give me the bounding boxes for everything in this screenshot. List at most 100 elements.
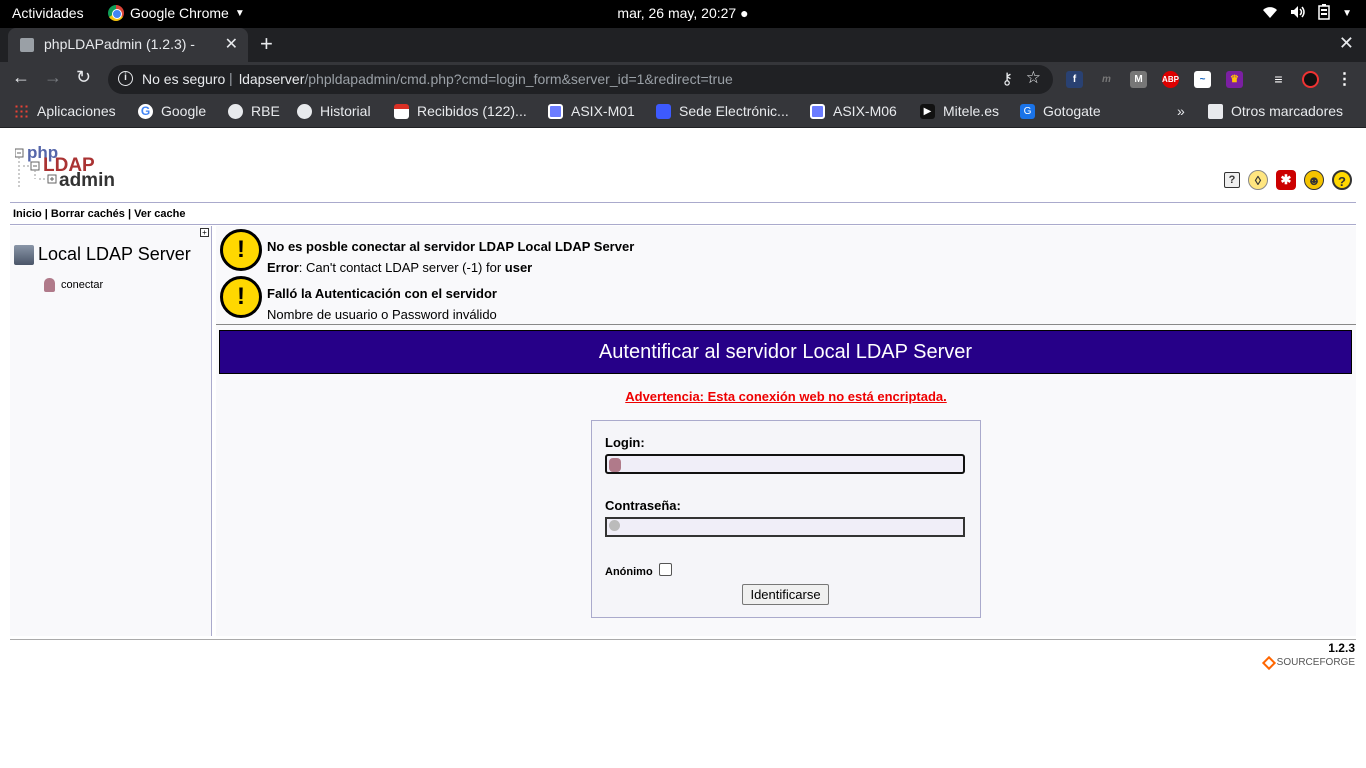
login-input[interactable] bbox=[605, 454, 965, 474]
server-name: Local LDAP Server bbox=[38, 244, 191, 264]
header-divider bbox=[10, 202, 1356, 203]
bookmark-label: Aplicaciones bbox=[37, 103, 116, 119]
bookmark-mitele[interactable]: ▶ Mitele.es bbox=[920, 103, 999, 119]
sourceforge-link[interactable]: SOURCEFORGE bbox=[1261, 655, 1355, 670]
forward-arrow-icon[interactable]: → bbox=[44, 67, 62, 88]
system-tray[interactable]: ▼ bbox=[1262, 4, 1352, 23]
favicon-icon bbox=[20, 38, 34, 52]
url-path: /phpldapadmin/cmd.php?cmd=login_form&ser… bbox=[304, 71, 733, 87]
bug-icon[interactable]: ✱ bbox=[1276, 170, 1296, 190]
error-message-connection: ! No es posble conectar al servidor LDAP… bbox=[220, 229, 634, 278]
media-controls-icon[interactable]: ≡ bbox=[1270, 71, 1287, 88]
adblock-plus-icon[interactable]: ABP bbox=[1162, 71, 1179, 88]
other-bookmarks-label: Otros marcadores bbox=[1231, 103, 1344, 119]
smiley-icon[interactable]: ☻ bbox=[1304, 170, 1324, 190]
reload-icon[interactable]: ↻ bbox=[76, 67, 91, 88]
bookmark-label: RBE bbox=[251, 103, 280, 119]
password-label: Contraseña: bbox=[605, 498, 681, 513]
bookmark-google[interactable]: G Google bbox=[138, 103, 206, 119]
message-divider bbox=[216, 324, 1356, 325]
folder-icon bbox=[1208, 103, 1223, 119]
lightbulb-icon[interactable]: ◊ bbox=[1248, 170, 1268, 190]
fedora-extension-icon[interactable]: f bbox=[1066, 71, 1083, 88]
info-icon[interactable]: i bbox=[118, 71, 133, 86]
apps-grid-icon bbox=[14, 103, 29, 119]
bookmark-label: Gotogate bbox=[1043, 103, 1101, 119]
browser-toolbar: ← → ↻ i No es seguro | ldapserver/phplda… bbox=[0, 62, 1366, 96]
bookmark-sede-electronica[interactable]: Sede Electrónic... bbox=[656, 103, 789, 119]
bookmark-gotogate[interactable]: G Gotogate bbox=[1020, 103, 1101, 119]
play-icon: ▶ bbox=[920, 103, 935, 119]
warning-icon: ! bbox=[220, 276, 262, 318]
bookmark-rbe[interactable]: RBE bbox=[228, 103, 280, 119]
connect-link[interactable]: conectar bbox=[44, 278, 103, 292]
bookmarks-overflow-button[interactable]: » bbox=[1177, 103, 1185, 119]
chrome-menu-icon[interactable]: ⋮ bbox=[1336, 71, 1353, 88]
sourceforge-icon bbox=[1261, 655, 1276, 670]
login-label: Login: bbox=[605, 435, 645, 450]
password-input[interactable] bbox=[605, 517, 965, 537]
mega-extension-icon[interactable]: M bbox=[1130, 71, 1147, 88]
address-bar[interactable]: i No es seguro | ldapserver/phpldapadmin… bbox=[108, 65, 1053, 94]
battery-icon bbox=[1318, 4, 1330, 23]
gnome-top-bar: Actividades Google Chrome ▼ mar, 26 may,… bbox=[0, 0, 1366, 28]
chart-extension-icon[interactable]: ~ bbox=[1194, 71, 1211, 88]
m-extension-icon[interactable]: m bbox=[1098, 71, 1115, 88]
chevron-down-icon: ▼ bbox=[1342, 8, 1352, 19]
server-tree-item[interactable]: Local LDAP Server bbox=[14, 244, 191, 265]
new-tab-button[interactable]: + bbox=[260, 31, 273, 57]
expand-tree-icon[interactable]: + bbox=[200, 228, 209, 237]
bookmark-apps[interactable]: Aplicaciones bbox=[14, 103, 116, 119]
bookmark-star-icon[interactable]: ☆ bbox=[1026, 68, 1041, 88]
bookmark-asix-m06[interactable]: ASIX-M06 bbox=[810, 103, 897, 119]
anonymous-checkbox[interactable] bbox=[659, 563, 672, 576]
server-tree-panel: + Local LDAP Server conectar bbox=[10, 226, 212, 636]
error-text: : Can't contact LDAP server (-1) for bbox=[298, 260, 505, 275]
anonymous-label: Anónimo bbox=[605, 566, 653, 578]
error-user: user bbox=[504, 260, 533, 275]
omnibox-separator: | bbox=[229, 70, 233, 86]
other-bookmarks[interactable]: Otros marcadores bbox=[1208, 103, 1343, 119]
bookmark-label: Sede Electrónic... bbox=[679, 103, 789, 119]
encryption-warning[interactable]: Advertencia: Esta conexión web no está e… bbox=[216, 389, 1356, 404]
bookmark-gmail[interactable]: Recibidos (122)... bbox=[394, 103, 527, 119]
sourceforge-label: SOURCEFORGE bbox=[1276, 657, 1355, 668]
url-text[interactable]: ldapserver/phpldapadmin/cmd.php?cmd=logi… bbox=[239, 71, 733, 87]
user-icon bbox=[609, 458, 621, 472]
moodle-icon bbox=[810, 103, 825, 119]
login-banner: Autentificar al servidor Local LDAP Serv… bbox=[219, 330, 1352, 374]
clock[interactable]: mar, 26 may, 20:27 ● bbox=[0, 5, 1366, 21]
back-arrow-icon[interactable]: ← bbox=[12, 67, 30, 88]
sede-icon bbox=[656, 103, 671, 119]
close-tab-icon[interactable]: ✕ bbox=[225, 34, 238, 54]
gotogate-icon: G bbox=[1020, 103, 1035, 119]
help-question-icon[interactable]: ? bbox=[1224, 172, 1240, 188]
login-submit-button[interactable]: Identificarse bbox=[742, 584, 829, 605]
connect-label: conectar bbox=[61, 279, 104, 291]
url-host: ldapserver bbox=[239, 71, 305, 87]
key-icon[interactable]: ⚷ bbox=[1001, 69, 1013, 89]
moodle-icon bbox=[548, 103, 563, 119]
tab-strip: phpLDAPadmin (1.2.3) - ✕ + ✕ bbox=[0, 28, 1366, 62]
top-menu-links[interactable]: Inicio | Borrar cachés | Ver cache bbox=[13, 208, 185, 220]
bookmark-label: Historial bbox=[320, 103, 371, 119]
bookmark-historial[interactable]: Historial bbox=[297, 103, 371, 119]
logo-admin-text: admin bbox=[59, 170, 115, 191]
profile-avatar[interactable] bbox=[1302, 71, 1319, 88]
notification-dot-icon: ● bbox=[740, 5, 749, 21]
bookmark-label: Google bbox=[161, 103, 207, 119]
bookmark-asix-m01[interactable]: ASIX-M01 bbox=[548, 103, 635, 119]
page-viewport: php LDAP admin ? ◊ ✱ ☻ ? Inicio | Borrar… bbox=[0, 129, 1366, 768]
globe-icon bbox=[228, 103, 243, 119]
menu-divider bbox=[10, 224, 1356, 225]
crown-extension-icon[interactable]: ♛ bbox=[1226, 71, 1243, 88]
phpldapadmin-logo[interactable]: php LDAP admin bbox=[14, 143, 115, 193]
warning-icon: ! bbox=[220, 229, 262, 271]
close-window-button[interactable]: ✕ bbox=[1339, 33, 1354, 54]
footer-divider bbox=[10, 639, 1356, 640]
clock-label: mar, 26 may, 20:27 bbox=[617, 5, 737, 21]
security-label[interactable]: No es seguro bbox=[142, 71, 225, 87]
help-icon[interactable]: ? bbox=[1332, 170, 1352, 190]
tab-phpldapadmin[interactable]: phpLDAPadmin (1.2.3) - ✕ bbox=[8, 28, 248, 62]
bookmark-label: Mitele.es bbox=[943, 103, 1000, 119]
